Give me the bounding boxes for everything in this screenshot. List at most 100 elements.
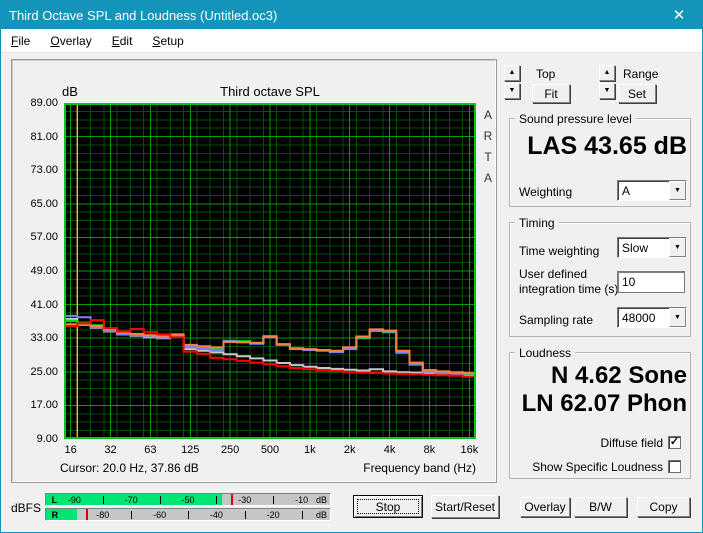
sone-value: N 4.62 Sone — [550, 362, 687, 389]
y-tick-label: 57.00 — [30, 231, 58, 244]
meter-tick — [301, 511, 303, 519]
range-up-button[interactable]: ▲ — [599, 65, 615, 81]
watermark-letter: A — [483, 108, 492, 122]
close-icon: ✕ — [672, 7, 686, 24]
integration-label-line1: User defined — [519, 267, 588, 281]
meter-tick — [273, 496, 275, 504]
meter-peak — [85, 509, 88, 520]
y-tick-label: 89.00 — [30, 97, 58, 109]
x-tick-label: 4k — [383, 444, 396, 456]
meter-peak — [230, 494, 233, 505]
meter-scale-label: -70 — [124, 495, 138, 505]
copy-button[interactable]: Copy — [637, 497, 690, 517]
x-axis-title: Frequency band (Hz) — [363, 461, 476, 475]
meter-scale-label: -60 — [153, 510, 167, 520]
level-meter: L -90 -70 -50 -30 -10 dB R -80 -60 -40 -20 dB — [45, 493, 331, 521]
integration-time-input[interactable]: 10 — [617, 271, 685, 293]
y-tick-label: 25.00 — [30, 365, 58, 378]
meter-tick — [330, 496, 331, 504]
meter-tick — [188, 511, 189, 519]
integration-label-line2: integration time (s) — [519, 282, 619, 296]
meter-scale-label: -80 — [96, 510, 110, 520]
stop-button[interactable]: Stop — [353, 495, 423, 518]
meter-tick — [102, 496, 104, 504]
specific-loudness-label: Show Specific Loudness — [532, 460, 663, 474]
menu-overlay[interactable]: Overlay — [40, 31, 101, 51]
diffuse-field-label: Diffuse field — [600, 436, 663, 450]
x-tick-label: 1k — [304, 444, 316, 456]
arta-watermark: ARTA — [480, 105, 496, 189]
dropdown-arrow-icon[interactable]: ▼ — [669, 238, 686, 257]
watermark-letter: A — [483, 171, 492, 185]
y-tick-label: 17.00 — [30, 399, 58, 412]
meter-scale-label: -90 — [67, 495, 81, 505]
window-title: Third Octave SPL and Loudness (Untitled.… — [9, 7, 278, 23]
x-tick-label: 16 — [64, 444, 77, 456]
meter-tick — [131, 511, 133, 519]
spl-plot[interactable] — [64, 103, 476, 439]
y-tick-label: 65.00 — [30, 197, 58, 210]
x-tick-label: 16k — [460, 444, 479, 456]
range-down-button[interactable]: ▼ — [599, 83, 615, 99]
menu-setup[interactable]: Setup — [142, 31, 193, 51]
weighting-select[interactable]: A ▼ — [617, 180, 687, 201]
title-bar: Third Octave SPL and Loudness (Untitled.… — [1, 1, 702, 29]
meter-scale-label: -20 — [266, 510, 280, 520]
top-down-button[interactable]: ▼ — [504, 83, 520, 99]
menu-bar: File Overlay Edit Setup — [1, 29, 702, 53]
menu-file[interactable]: File — [1, 31, 40, 51]
fit-button[interactable]: Fit — [532, 84, 570, 103]
x-tick-label: 63 — [144, 444, 157, 456]
sampling-rate-label: Sampling rate — [519, 313, 594, 327]
top-up-button[interactable]: ▲ — [504, 65, 520, 81]
meter-row-l: L -90 -70 -50 -30 -10 dB — [45, 493, 331, 506]
x-tick-label: 250 — [220, 444, 240, 456]
y-tick-label: 33.00 — [30, 332, 58, 345]
sampling-rate-select[interactable]: 48000 ▼ — [617, 307, 687, 328]
meter-bar — [46, 509, 78, 520]
meter-tick — [244, 511, 246, 519]
x-tick-label: 500 — [260, 444, 280, 456]
bw-button[interactable]: B/W — [574, 497, 627, 517]
dropdown-arrow-icon[interactable]: ▼ — [669, 181, 686, 200]
y-tick-label: 41.00 — [30, 298, 58, 311]
start-reset-button[interactable]: Start/Reset — [431, 495, 499, 518]
y-tick-label: 73.00 — [30, 164, 58, 177]
meter-scale-label: -50 — [181, 495, 195, 505]
diffuse-field-checkbox[interactable]: ✓ — [668, 436, 681, 449]
range-label: Range — [623, 67, 659, 81]
app-window: Third Octave SPL and Loudness (Untitled.… — [0, 0, 703, 533]
menu-edit[interactable]: Edit — [102, 31, 143, 51]
down-arrow-icon: ▼ — [603, 87, 611, 94]
meter-scale-label: -40 — [209, 510, 223, 520]
overlay-button[interactable]: Overlay — [520, 497, 570, 517]
time-weighting-select[interactable]: Slow ▼ — [617, 237, 687, 258]
set-button[interactable]: Set — [618, 84, 656, 103]
y-tick-label: 49.00 — [30, 265, 58, 277]
up-arrow-icon: ▲ — [603, 69, 611, 76]
meter-row-r: R -80 -60 -40 -20 dB — [45, 508, 331, 521]
meter-scale-label: -30 — [238, 495, 252, 505]
chart-title: Third octave SPL — [220, 84, 320, 99]
meter-unit-label: dB — [315, 510, 327, 520]
spl-value: LAS 43.65 dB — [527, 132, 687, 160]
weighting-label: Weighting — [519, 185, 573, 199]
meter-tick — [159, 496, 161, 504]
meter-channel-label: L — [51, 495, 58, 505]
down-arrow-icon: ▼ — [508, 87, 516, 94]
dbfs-label: dBFS — [11, 501, 42, 515]
meter-channel-label: R — [51, 510, 59, 520]
x-tick-label: 2k — [343, 444, 356, 456]
watermark-letter: R — [483, 129, 493, 143]
chart-panel: dB Third octave SPL 89.00 81.00 73.00 65.00… — [11, 59, 497, 483]
dropdown-arrow-icon[interactable]: ▼ — [669, 308, 686, 327]
loudness-group-label: Loudness — [515, 346, 576, 360]
phon-value: LN 62.07 Phon — [521, 390, 687, 417]
timing-group-label: Timing — [515, 216, 559, 230]
x-tick-label: 8k — [423, 444, 436, 456]
close-button[interactable]: ✕ — [656, 1, 702, 29]
meter-unit-label: dB — [315, 495, 327, 505]
up-arrow-icon: ▲ — [508, 69, 516, 76]
x-tick-label: 32 — [104, 444, 117, 456]
specific-loudness-checkbox[interactable] — [668, 460, 681, 473]
